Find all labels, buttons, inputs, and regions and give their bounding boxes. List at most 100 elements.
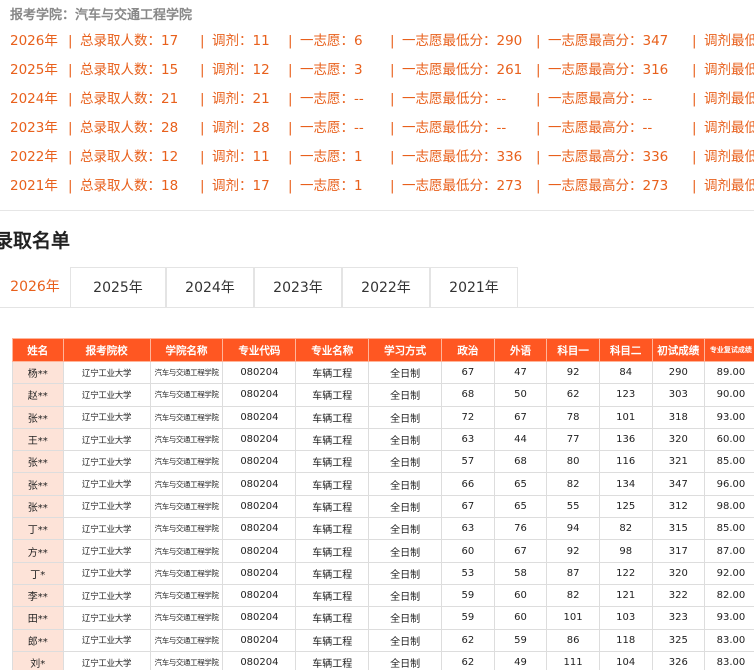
tab-2025[interactable]: 2025年 — [70, 267, 166, 307]
table-cell: 60 — [441, 539, 495, 563]
tab-2026[interactable]: 2026年 — [0, 267, 70, 307]
column-header: 专业代码 — [222, 338, 297, 362]
table-cell: 全日制 — [368, 628, 443, 652]
table-cell: 080204 — [222, 561, 297, 585]
tab-2022[interactable]: 2022年 — [342, 267, 430, 307]
table-cell: 320 — [651, 427, 706, 452]
table-cell: 全日制 — [368, 472, 443, 496]
table-cell: 汽车与交通工程学院 — [149, 539, 224, 563]
table-cell: 王** — [12, 427, 64, 452]
stat-separator: | — [200, 33, 205, 49]
stat-separator: | — [200, 149, 205, 165]
table-cell: 323 — [651, 606, 706, 630]
stat-first-max: 一志愿最高分：-- — [548, 120, 653, 136]
stat-separator: | — [390, 120, 395, 136]
stat-first-min: 一志愿最低分：-- — [402, 91, 507, 107]
table-cell: 辽宁工业大学 — [62, 494, 151, 519]
table-cell: 车辆工程 — [295, 472, 370, 496]
table-cell: 84 — [598, 360, 653, 385]
table-cell: 080204 — [222, 628, 297, 652]
stat-separator: | — [68, 33, 73, 49]
stat-first-min: 一志愿最低分：261 — [402, 62, 523, 78]
stat-separator: | — [288, 62, 293, 78]
stat-separator: | — [288, 91, 293, 107]
table-cell: 89.00 — [704, 360, 754, 385]
table-cell: 66 — [441, 472, 495, 496]
stat-line: 2021年 | 总录取人数：18 | 调剂：17 | 一志愿：1 | 一志愿最低分：273 | 一志… — [10, 174, 754, 203]
stat-separator: | — [536, 120, 541, 136]
stat-separator: | — [692, 120, 697, 136]
table-header-row: 姓名 报考院校 学院名称 专业代码 专业名称 学习方式 政治 外语 科目一 科目二 初试成绩 专业复试… — [12, 338, 754, 362]
table-cell: 车辆工程 — [295, 383, 370, 407]
table-cell: 121 — [598, 583, 653, 608]
stat-separator: | — [390, 62, 395, 78]
table-cell: 59 — [441, 606, 495, 630]
stat-adjust-min: 调剂最低分 — [704, 91, 754, 107]
table-row: 王** 辽宁工业大学 汽车与交通工程学院 080204 车辆工程 全日制 63 44 77 136… — [12, 427, 754, 452]
table-row: 张** 辽宁工业大学 汽车与交通工程学院 080204 车辆工程 全日制 72 67 78 101… — [12, 405, 754, 429]
column-header: 科目二 — [598, 338, 653, 362]
stat-first-max: 一志愿最高分：347 — [548, 33, 669, 49]
table-cell: 68 — [493, 450, 548, 474]
tab-2024[interactable]: 2024年 — [166, 267, 254, 307]
column-header: 初试成绩 — [651, 338, 706, 362]
table-cell: 63 — [441, 517, 495, 541]
table-cell: 67 — [441, 494, 495, 519]
table-cell: 82 — [546, 472, 600, 496]
table-row: 张** 辽宁工业大学 汽车与交通工程学院 080204 车辆工程 全日制 57 68 80 116… — [12, 450, 754, 474]
table-cell: 车辆工程 — [295, 539, 370, 563]
table-cell: 72 — [441, 405, 495, 429]
table-cell: 杨** — [12, 360, 64, 385]
stat-first: 一志愿：-- — [300, 91, 364, 107]
table-cell: 车辆工程 — [295, 650, 370, 670]
table-cell: 303 — [651, 383, 706, 407]
stat-separator: | — [68, 91, 73, 107]
table-cell: 92 — [546, 360, 600, 385]
table-cell: 全日制 — [368, 405, 443, 429]
table-cell: 080204 — [222, 405, 297, 429]
stat-line: 2025年 | 总录取人数：15 | 调剂：12 | 一志愿：3 | 一志愿最低分：261 | 一志… — [10, 58, 754, 87]
stat-first-min: 一志愿最低分：336 — [402, 149, 523, 165]
table-cell: 辽宁工业大学 — [62, 450, 151, 474]
table-cell: 312 — [651, 494, 706, 519]
table-cell: 张** — [12, 405, 64, 429]
column-header: 姓名 — [12, 338, 64, 362]
table-cell: 辽宁工业大学 — [62, 405, 151, 429]
table-cell: 123 — [598, 383, 653, 407]
table-cell: 321 — [651, 450, 706, 474]
divider — [0, 210, 754, 211]
table-cell: 60.00 — [704, 427, 754, 452]
table-cell: 张** — [12, 472, 64, 496]
stat-year: 2021年 — [10, 178, 58, 194]
admission-stats: 2026年 | 总录取人数：17 | 调剂：11 | 一志愿：6 | 一志愿最低分：290 | 一志… — [10, 29, 754, 203]
table-cell: 82 — [598, 517, 653, 541]
stat-adjust: 调剂：11 — [212, 33, 270, 49]
table-cell: 辽宁工业大学 — [62, 606, 151, 630]
table-cell: 76 — [493, 517, 548, 541]
table-cell: 080204 — [222, 450, 297, 474]
table-cell: 92 — [546, 539, 600, 563]
table-cell: 67 — [493, 405, 548, 429]
stat-year: 2026年 — [10, 33, 58, 49]
table-cell: 辽宁工业大学 — [62, 472, 151, 496]
table-cell: 田** — [12, 606, 64, 630]
table-row: 张** 辽宁工业大学 汽车与交通工程学院 080204 车辆工程 全日制 67 65 55 125… — [12, 494, 754, 519]
stat-separator: | — [68, 120, 73, 136]
table-cell: 全日制 — [368, 383, 443, 407]
stat-first: 一志愿：1 — [300, 149, 363, 165]
table-row: 刘* 辽宁工业大学 汽车与交通工程学院 080204 车辆工程 全日制 62 49 111 104… — [12, 650, 754, 670]
table-cell: 50 — [493, 383, 548, 407]
table-cell: 86 — [546, 628, 600, 652]
table-cell: 辽宁工业大学 — [62, 383, 151, 407]
table-cell: 车辆工程 — [295, 517, 370, 541]
table-cell: 59 — [493, 628, 548, 652]
stat-adjust: 调剂：11 — [212, 149, 270, 165]
tab-2023[interactable]: 2023年 — [254, 267, 342, 307]
table-cell: 全日制 — [368, 427, 443, 452]
table-cell: 92.00 — [704, 561, 754, 585]
table-cell: 83.00 — [704, 628, 754, 652]
stat-separator: | — [200, 91, 205, 107]
stat-first: 一志愿：1 — [300, 178, 363, 194]
stat-adjust-min: 调剂最低分 — [704, 62, 754, 78]
tab-2021[interactable]: 2021年 — [430, 267, 518, 307]
